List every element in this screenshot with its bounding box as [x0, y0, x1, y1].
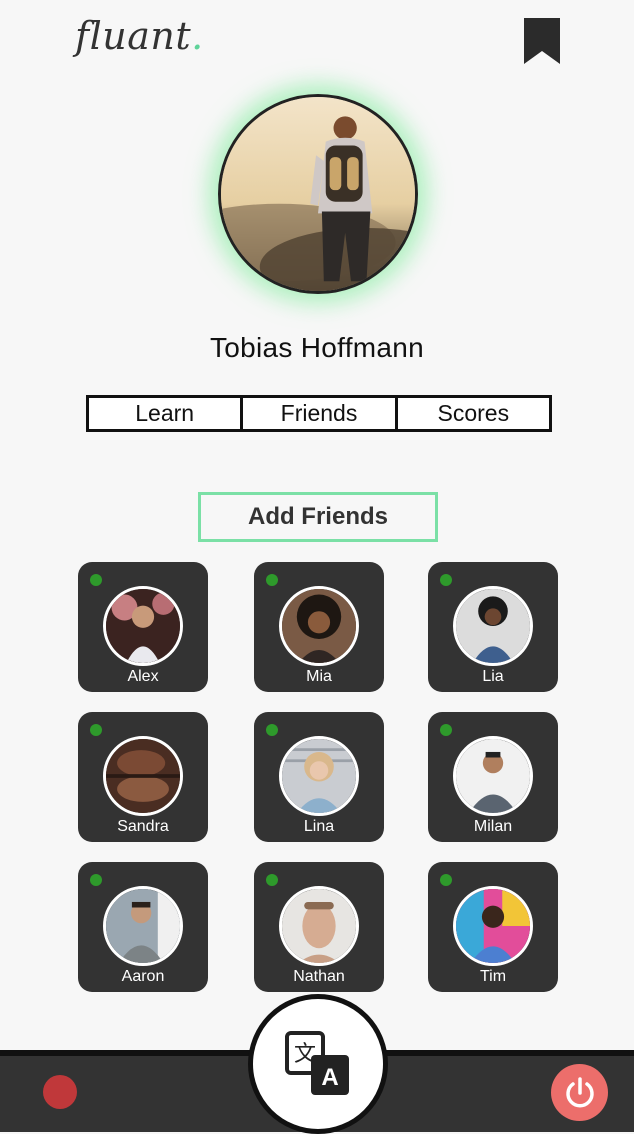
translate-glyph: A: [321, 1064, 338, 1091]
profile-tabs: Learn Friends Scores: [86, 395, 552, 432]
friend-card-sandra[interactable]: Sandra: [78, 712, 208, 842]
online-status-dot: [266, 724, 278, 736]
profile-avatar[interactable]: [218, 94, 418, 294]
friend-name: Aaron: [121, 968, 165, 985]
friend-card-tim[interactable]: Tim: [428, 862, 558, 992]
friend-avatar: [103, 886, 183, 966]
tab-friends[interactable]: Friends: [240, 398, 394, 429]
friend-name: Nathan: [293, 968, 345, 985]
friend-name: Alex: [127, 668, 159, 685]
friend-avatar: [279, 736, 359, 816]
translate-icon: 文 A: [285, 1031, 349, 1095]
friend-name: Milan: [473, 818, 513, 835]
power-icon: [565, 1076, 594, 1107]
online-status-dot: [90, 574, 102, 586]
bookmark-icon[interactable]: [524, 18, 560, 64]
friend-card-nathan[interactable]: Nathan: [254, 862, 384, 992]
friend-name: Sandra: [117, 818, 169, 835]
translate-button[interactable]: 文 A: [248, 994, 388, 1134]
friend-avatar: [453, 586, 533, 666]
online-status-dot: [90, 874, 102, 886]
friend-avatar: [453, 736, 533, 816]
logo-text: fluant: [75, 14, 192, 58]
friend-card-alex[interactable]: Alex: [78, 562, 208, 692]
tab-learn[interactable]: Learn: [89, 398, 240, 429]
friend-name: Lia: [482, 668, 504, 685]
app-logo: fluant.: [75, 14, 204, 58]
friend-avatar: [279, 886, 359, 966]
online-status-dot: [266, 574, 278, 586]
logo-dot: .: [191, 14, 204, 58]
friend-card-milan[interactable]: Milan: [428, 712, 558, 842]
record-icon[interactable]: [43, 1075, 77, 1109]
online-status-dot: [440, 874, 452, 886]
add-friends-button[interactable]: Add Friends: [198, 492, 438, 542]
online-status-dot: [266, 874, 278, 886]
tab-scores[interactable]: Scores: [394, 398, 549, 429]
friend-avatar: [279, 586, 359, 666]
online-status-dot: [440, 574, 452, 586]
friend-avatar: [103, 586, 183, 666]
friend-card-mia[interactable]: Mia: [254, 562, 384, 692]
friend-card-lina[interactable]: Lina: [254, 712, 384, 842]
power-button[interactable]: [551, 1064, 608, 1121]
profile-photo: [221, 97, 415, 291]
friend-name: Lina: [303, 818, 335, 835]
friend-card-lia[interactable]: Lia: [428, 562, 558, 692]
online-status-dot: [90, 724, 102, 736]
online-status-dot: [440, 724, 452, 736]
profile-name: Tobias Hoffmann: [209, 332, 425, 363]
friend-avatar: [453, 886, 533, 966]
friend-card-aaron[interactable]: Aaron: [78, 862, 208, 992]
friend-avatar: [103, 736, 183, 816]
friend-name: Tim: [479, 968, 507, 985]
friend-name: Mia: [306, 668, 332, 685]
